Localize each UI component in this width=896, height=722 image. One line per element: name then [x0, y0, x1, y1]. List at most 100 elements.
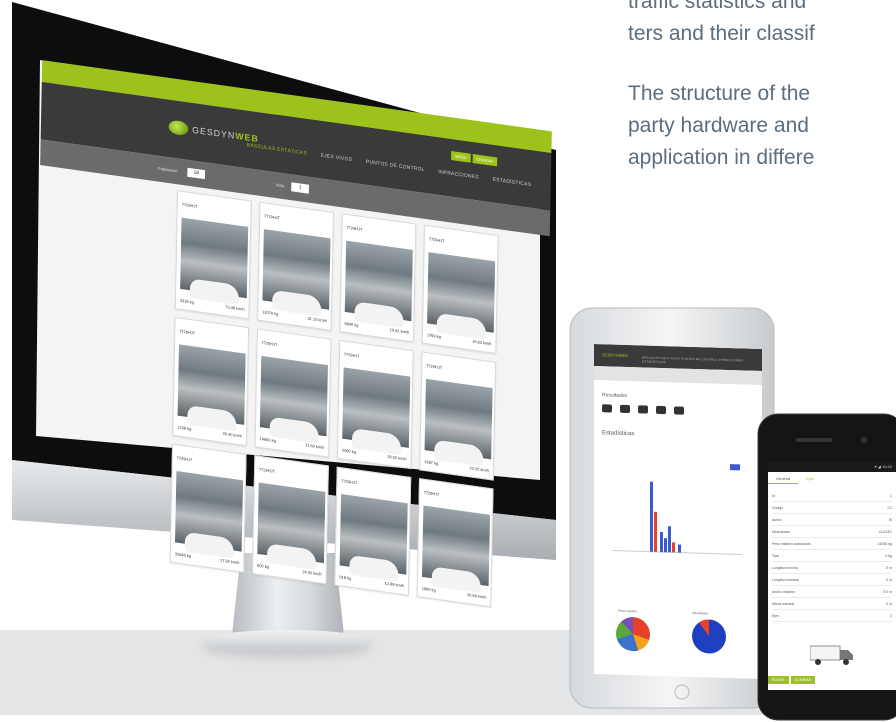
van-icon[interactable] [656, 405, 666, 415]
detail-value: 21000 kg [877, 541, 892, 546]
detail-row: Código C1 [772, 502, 892, 514]
record-speed: 31.10 km/h [307, 315, 327, 324]
record-card[interactable]: 7729HJT 900 kg 24.00 km/h [252, 455, 329, 585]
record-card[interactable]: 7729HJT 2090 kg 18.92 km/h [336, 339, 414, 470]
delete-button[interactable]: ELIMINAR [790, 676, 816, 684]
record-plate: 7729HJT [426, 362, 443, 371]
record-speed: 17.82 km/h [219, 557, 240, 566]
trailer-icon[interactable] [674, 406, 684, 415]
record-card[interactable]: 7729HJT 1687 kg 22.20 km/h [419, 351, 497, 481]
record-speed: 19.83 km/h [472, 338, 492, 347]
desktop-screen: GESDYNWEB BÁSCULAS ESTÁTICAS EJES VIVOS … [32, 60, 552, 638]
record-speed: 15.81 km/h [389, 327, 410, 335]
record-photo[interactable] [175, 471, 244, 559]
record-plate: 7729HJT [258, 466, 275, 474]
record-card[interactable]: 7729HJT 918 kg 12.85 km/h [334, 466, 412, 596]
chart-bar [672, 542, 675, 553]
record-speed: 12.85 km/h [384, 580, 405, 589]
record-photo[interactable] [421, 505, 491, 593]
detail-row: Longitud máxima 0 m [772, 574, 892, 586]
record-weight: 12070 kg [262, 309, 279, 317]
vehicle-shape [189, 278, 240, 306]
edit-button[interactable]: EDITAR [768, 676, 789, 684]
vehicle-shape [269, 416, 319, 444]
detail-label: Tara [772, 553, 779, 558]
detail-label: Código [772, 505, 784, 510]
record-plate: 7729HJT [179, 328, 196, 336]
record-photo[interactable] [344, 240, 413, 329]
record-photo[interactable] [339, 494, 408, 582]
tab-general[interactable]: General [768, 472, 799, 484]
record-weight: 6840 kg [344, 320, 359, 328]
chart-bar [664, 538, 667, 553]
record-photo[interactable] [427, 252, 496, 340]
nav-item-ejes[interactable]: EJES VIVOS [321, 153, 353, 163]
detail-value: 0 m [886, 601, 892, 606]
view-label: Vista [275, 182, 285, 189]
logo-icon [168, 119, 189, 137]
record-weight: 3334 kg [179, 297, 194, 305]
record-photo[interactable] [177, 344, 246, 432]
nav-item-estadisticas[interactable]: ESTADÍSTICAS [493, 177, 532, 188]
monitor-foot [202, 630, 372, 652]
record-speed: 22.20 km/h [469, 465, 490, 474]
chart-axis [612, 550, 742, 555]
record-speed: 24.00 km/h [302, 569, 322, 577]
vehicle-shape [434, 439, 484, 467]
record-card[interactable]: 7729HJT 1600 kg 20.68 km/h [416, 478, 494, 608]
record-photo[interactable] [180, 217, 249, 306]
record-card[interactable]: 7729HJT 12070 kg 31.10 km/h [257, 201, 334, 331]
record-plate: 7729HJT [261, 339, 278, 348]
tablet-logo[interactable]: GESDYNWEB [602, 352, 628, 358]
pie-chart-speeds [692, 618, 726, 654]
truck-icon[interactable] [602, 404, 612, 413]
record-photo[interactable] [342, 367, 411, 455]
record-card[interactable]: 7729HJT 6840 kg 15.81 km/h [339, 213, 417, 343]
detail-label: Ejes [772, 613, 779, 618]
record-card[interactable]: 7729HJT 1769 kg 19.83 km/h [421, 224, 499, 354]
record-photo[interactable] [259, 355, 328, 444]
detail-row: Ejes 2 [772, 610, 892, 622]
intro-line-4: party hardware and [628, 114, 809, 137]
vehicle-shape [349, 554, 399, 582]
record-weight: 32649 kg [174, 551, 191, 559]
vehicle-shape [431, 566, 481, 593]
user-tools: MENU CERRAR [451, 151, 497, 167]
detail-value: 0 kg [885, 553, 892, 558]
nav-item-basculas[interactable]: BÁSCULAS ESTÁTICAS [247, 142, 307, 156]
record-weight: 1238 kg [177, 424, 192, 432]
record-weight: 2090 kg [341, 447, 356, 455]
record-speed: 29.40 km/h [222, 430, 243, 439]
vehicle-shape [351, 428, 402, 455]
tablet-screen: GESDYNWEB BÁSCULAS EJES VIVOS PUNTOS DE … [594, 344, 762, 680]
record-photo[interactable] [424, 378, 493, 467]
tablet-nav[interactable]: BÁSCULAS EJES VIVOS PUNTOS DE CONTROL IN… [642, 355, 762, 367]
nav-item-infracciones[interactable]: INFRACCIONES [438, 169, 479, 181]
pagination-select[interactable]: 16 [187, 167, 206, 180]
logo-text-1: GESDYN [192, 124, 236, 141]
site-logo[interactable]: GESDYNWEB [168, 119, 259, 146]
detail-value: 0.0 m [883, 589, 892, 594]
detail-value: 1 [890, 493, 892, 498]
record-card[interactable]: 7729HJT 1238 kg 29.40 km/h [172, 316, 250, 447]
logout-button[interactable]: CERRAR [472, 154, 497, 167]
nav-item-puntos[interactable]: PUNTOS DE CONTROL [366, 159, 425, 173]
record-card[interactable]: 7729HJT 32649 kg 17.82 km/h [169, 443, 247, 573]
bus-icon[interactable] [638, 405, 648, 414]
record-photo[interactable] [262, 229, 331, 317]
menu-button[interactable]: MENU [451, 151, 471, 163]
view-select[interactable]: 1 [291, 182, 309, 194]
record-photo[interactable] [257, 482, 326, 570]
chart-bar [654, 511, 657, 552]
record-weight: 14650 kg [259, 436, 276, 444]
record-plate: 7729HJT [341, 478, 358, 486]
record-card[interactable]: 7729HJT 3334 kg 73.48 km/h [174, 190, 252, 320]
record-weight: 918 kg [339, 574, 352, 581]
tab-ejes[interactable]: Ejes [798, 472, 822, 484]
detail-row: Id 1 [772, 490, 892, 502]
detail-value: 2 [890, 613, 892, 618]
record-card[interactable]: 7729HJT 14650 kg 11.50 km/h [254, 328, 332, 458]
record-plate: 7729HJT [181, 201, 198, 209]
car-icon[interactable] [620, 404, 630, 414]
vehicle-shape [436, 312, 487, 340]
